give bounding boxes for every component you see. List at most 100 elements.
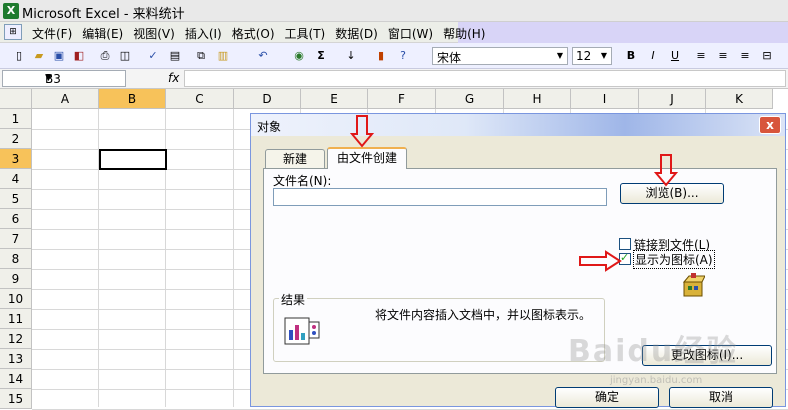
window-title: Microsoft Excel - 来料统计 [22,7,185,22]
chart-wizard-icon[interactable]: ▮ [372,47,390,65]
save-icon[interactable]: ▣ [50,47,68,65]
result-icon [284,317,320,345]
column-header-k[interactable]: K [706,89,773,109]
formula-bar: B3 ▼ fx [0,69,788,89]
spelling-icon[interactable]: ✓ [144,47,162,65]
print-preview-icon[interactable]: ◫ [116,47,134,65]
row-header-11[interactable]: 11 [0,309,32,329]
font-name-value: 宋体 [437,51,462,65]
column-gridline [233,109,234,407]
row-header-3[interactable]: 3 [0,149,32,169]
result-description: 将文件内容插入文档中，并以图标表示。 [375,308,592,322]
help-icon[interactable]: ? [394,47,412,65]
tab-create-from-file[interactable]: 由文件创建 [327,147,407,169]
insert-function-icon[interactable]: fx [168,71,179,85]
sort-ascending-icon[interactable]: ↓ [342,47,360,65]
font-size-value: 12 [576,49,592,63]
result-label: 结果 [279,291,308,308]
column-header-b[interactable]: B [99,89,166,109]
row-header-8[interactable]: 8 [0,249,32,269]
menu-list: 文件(F) 编辑(E) 视图(V) 插入(I) 格式(O) 工具(T) 数据(D… [32,25,485,42]
underline-button[interactable]: U [666,47,684,65]
watermark-logo: Baidu经验 [568,334,739,369]
print-icon[interactable]: ⎙ [96,47,114,65]
row-header-6[interactable]: 6 [0,209,32,229]
row-header-5[interactable]: 5 [0,189,32,209]
display-as-icon-label[interactable]: 显示为图标(A) [633,250,715,269]
row-header-13[interactable]: 13 [0,349,32,369]
menu-insert[interactable]: 插入(I) [185,25,222,42]
annotation-arrow-down-icon [350,115,374,148]
column-header-a[interactable]: A [32,89,99,109]
row-header-15[interactable]: 15 [0,389,32,409]
permission-icon[interactable]: ◧ [70,47,88,65]
hyperlink-icon[interactable]: ◉ [290,47,308,65]
annotation-arrow-right-icon [579,250,622,272]
select-all-corner[interactable] [0,89,32,109]
filename-input[interactable] [273,188,607,206]
column-header-h[interactable]: H [504,89,571,109]
chevron-down-icon[interactable]: ▼ [45,73,121,83]
menu-view[interactable]: 视图(V) [133,25,175,42]
column-header-i[interactable]: I [571,89,639,109]
row-header-1[interactable]: 1 [0,109,32,129]
menu-data[interactable]: 数据(D) [335,25,378,42]
workbook-menu-icon[interactable]: ⊞ [4,24,22,40]
row-header-4[interactable]: 4 [0,169,32,189]
active-cell[interactable] [99,149,167,170]
menu-tools[interactable]: 工具(T) [285,25,326,42]
name-box[interactable]: B3 ▼ [2,70,126,87]
row-header-12[interactable]: 12 [0,329,32,349]
annotation-arrow-down-icon [654,154,678,187]
dialog-title-bar: 对象 x [251,114,785,136]
align-left-icon[interactable]: ≡ [692,47,710,65]
link-to-file-checkbox[interactable] [619,238,631,250]
dialog-title: 对象 [257,120,282,134]
italic-button[interactable]: I [644,47,662,65]
chevron-down-icon[interactable]: ▼ [598,49,610,63]
column-header-c[interactable]: C [166,89,234,109]
open-icon[interactable]: ▰ [30,47,48,65]
menu-format[interactable]: 格式(O) [232,25,275,42]
cancel-button[interactable]: 取消 [669,387,773,408]
ok-button[interactable]: 确定 [555,387,659,408]
menu-help[interactable]: 帮助(H) [443,25,485,42]
tab-create-new[interactable]: 新建 [265,149,325,168]
menu-bar: ⊞ 文件(F) 编辑(E) 视图(V) 插入(I) 格式(O) 工具(T) 数据… [0,22,788,43]
excel-icon[interactable]: X [3,3,19,19]
title-bar: X Microsoft Excel - 来料统计 [0,0,788,22]
copy-icon[interactable]: ⧉ [192,47,210,65]
row-header-2[interactable]: 2 [0,129,32,149]
column-header-d[interactable]: D [234,89,301,109]
new-icon[interactable]: ▯ [10,47,28,65]
close-icon[interactable]: x [759,116,781,134]
row-header-14[interactable]: 14 [0,369,32,389]
bold-button[interactable]: B [622,47,640,65]
row-header-7[interactable]: 7 [0,229,32,249]
column-header-j[interactable]: J [639,89,706,109]
package-icon [682,273,705,297]
merge-center-icon[interactable]: ⊟ [758,47,776,65]
font-size-select[interactable]: 12 ▼ [572,47,612,65]
paste-icon[interactable]: ▥ [214,47,232,65]
menu-file[interactable]: 文件(F) [32,25,72,42]
toolbar: ▯ ▰ ▣ ◧ ⎙ ◫ ✓ ▤ ⧉ ▥ ↶ ◉ Σ ↓ ▮ ? 宋体 ▼ 12 … [0,43,788,69]
align-center-icon[interactable]: ≡ [714,47,732,65]
research-icon[interactable]: ▤ [166,47,184,65]
filename-label: 文件名(N): [273,174,332,188]
watermark-url: jingyan.baidu.com [610,375,703,386]
undo-icon[interactable]: ↶ [254,47,272,65]
font-name-select[interactable]: 宋体 ▼ [432,47,568,65]
formula-input[interactable] [184,70,786,87]
align-right-icon[interactable]: ≡ [736,47,754,65]
autosum-icon[interactable]: Σ [312,47,330,65]
column-header-g[interactable]: G [436,89,504,109]
column-header-e[interactable]: E [301,89,368,109]
row-header-10[interactable]: 10 [0,289,32,309]
menu-edit[interactable]: 编辑(E) [82,25,123,42]
menu-window[interactable]: 窗口(W) [388,25,433,42]
chevron-down-icon[interactable]: ▼ [554,49,566,63]
menu-bar-filler [458,22,788,43]
column-header-f[interactable]: F [368,89,436,109]
row-header-9[interactable]: 9 [0,269,32,289]
